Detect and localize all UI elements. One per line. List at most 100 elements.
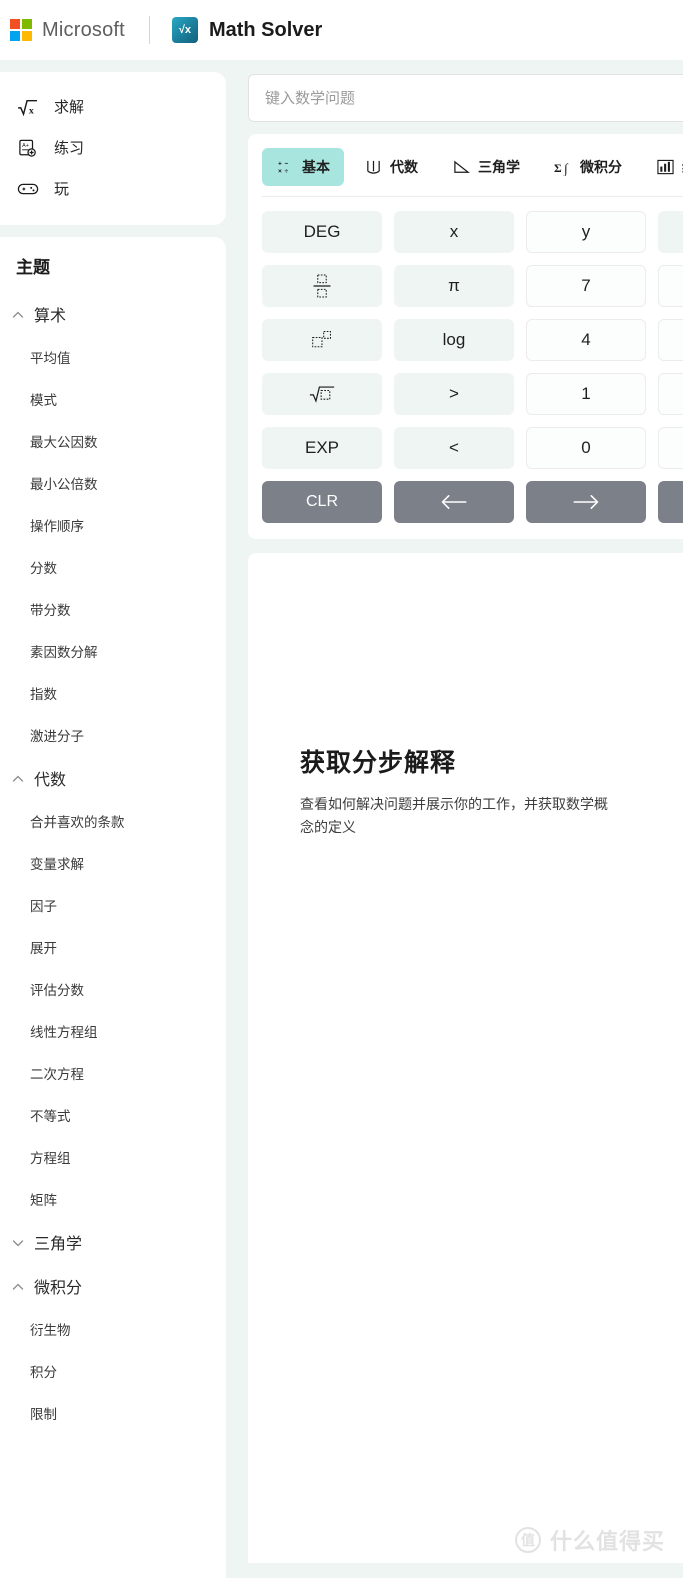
topic-group-label: 代数: [34, 772, 67, 789]
topic-item-0-7[interactable]: 素因数分解: [0, 630, 226, 672]
key-1[interactable]: 1: [526, 373, 646, 415]
tab-label: 代数: [390, 159, 418, 175]
tab-label: 基本: [302, 159, 330, 175]
microsoft-logo-icon: [10, 19, 32, 41]
promo-body: 查看如何解决问题并展示你的工作，并获取数学概念的定义: [300, 796, 608, 836]
topic-item-1-1[interactable]: 变量求解: [0, 842, 226, 884]
key-backspace[interactable]: [658, 481, 683, 523]
watermark-logo-icon: 值: [514, 1527, 541, 1553]
search-area: [236, 60, 683, 122]
key-5[interactable]: 5: [658, 319, 683, 361]
key-arrow-left[interactable]: [394, 481, 514, 523]
tab-代数[interactable]: 代数: [350, 148, 432, 186]
search-input[interactable]: [265, 89, 683, 107]
topic-item-0-6[interactable]: 带分数: [0, 588, 226, 630]
topic-item-1-9[interactable]: 矩阵: [0, 1178, 226, 1220]
key-deg[interactable]: DEG: [262, 211, 382, 253]
key-2[interactable]: 2: [658, 373, 683, 415]
key-log[interactable]: log: [394, 319, 514, 361]
topic-item-0-2[interactable]: 最大公因数: [0, 420, 226, 462]
key-greater-than[interactable]: >: [394, 373, 514, 415]
topic-item-0-8[interactable]: 指数: [0, 672, 226, 714]
calculator-keypad: DEG xy ( π78 log 45 >12 EXP <0. CLR: [248, 197, 683, 523]
math-solver-page: Microsoft √x Math Solver x 求解 A+ 练习 玩 主题…: [0, 0, 683, 1578]
topic-item-1-4[interactable]: 评估分数: [0, 968, 226, 1010]
topic-group-2[interactable]: 三角学: [0, 1220, 226, 1264]
topic-item-1-0[interactable]: 合并喜欢的条款: [0, 800, 226, 842]
tab-微积分[interactable]: Σ ∫ 微积分: [540, 148, 636, 186]
topic-group-0[interactable]: 算术: [0, 292, 226, 336]
promo-step-by-step: 获取分步解释 查看如何解决问题并展示你的工作，并获取数学概念的定义: [248, 553, 683, 839]
trigonometry-icon: [452, 158, 470, 176]
key-power[interactable]: [262, 319, 382, 361]
topic-item-0-5[interactable]: 分数: [0, 546, 226, 588]
tab-基本[interactable]: + − × ÷ 基本: [262, 148, 344, 186]
topic-group-1[interactable]: 代数: [0, 756, 226, 800]
tab-统计[interactable]: 统计: [642, 148, 683, 186]
topic-group-list: 算术平均值 模式 最大公因数 最小公倍数 操作顺序 分数 带分数 素因数分解 指数 激进分子代数合…: [0, 292, 226, 1434]
key-clear[interactable]: CLR: [262, 481, 382, 523]
key-7[interactable]: 7: [526, 265, 646, 307]
topic-item-0-1[interactable]: 模式: [0, 378, 226, 420]
watermark-text: 什么值得买: [549, 1529, 665, 1554]
topic-item-3-0[interactable]: 衍生物: [0, 1308, 226, 1350]
topic-item-1-7[interactable]: 不等式: [0, 1094, 226, 1136]
key-fraction[interactable]: [262, 265, 382, 307]
app-badge-text: √x: [178, 23, 192, 36]
algebra-icon: [364, 158, 382, 176]
topic-item-3-1[interactable]: 积分: [0, 1350, 226, 1392]
key-8[interactable]: 8: [658, 265, 683, 307]
key-0[interactable]: 0: [526, 427, 646, 469]
math-solver-app-icon: √x: [171, 17, 198, 43]
chevron-up-icon: [12, 308, 24, 320]
sidebar: x 求解 A+ 练习 玩 主题 算术 平均值 模式 最大公因数 最小公倍数 操作…: [0, 60, 236, 1578]
sidebar-topics: 主题 算术平均值 模式 最大公因数 最小公倍数 操作顺序 分数 带分数 素因数分解 指数 激进分子…: [0, 237, 226, 1578]
sidebar-item-label: 玩: [54, 181, 70, 198]
topic-group-3[interactable]: 微积分: [0, 1264, 226, 1308]
svg-text:×: ×: [277, 168, 281, 175]
statistics-bars-icon: [656, 158, 674, 176]
search-box[interactable]: [248, 74, 683, 122]
sidebar-item-solve[interactable]: x 求解: [0, 86, 226, 127]
key-less-than[interactable]: <: [394, 427, 514, 469]
page-title: Math Solver: [208, 18, 323, 41]
tab-label: 三角学: [478, 159, 520, 175]
calculus-sigma-integral-icon: Σ ∫: [554, 158, 572, 176]
key-pi[interactable]: π: [394, 265, 514, 307]
topic-item-1-8[interactable]: 方程组: [0, 1136, 226, 1178]
topic-item-3-2[interactable]: 限制: [0, 1392, 226, 1434]
topics-heading: 主题: [16, 258, 50, 277]
topic-item-1-2[interactable]: 因子: [0, 884, 226, 926]
key-open-paren[interactable]: (: [658, 211, 683, 253]
tab-三角学[interactable]: 三角学: [438, 148, 534, 186]
svg-text:Σ: Σ: [554, 162, 562, 175]
key-y[interactable]: y: [526, 211, 646, 253]
topic-item-1-6[interactable]: 二次方程: [0, 1052, 226, 1094]
key-square-root[interactable]: [262, 373, 382, 415]
svg-text:A+: A+: [22, 143, 29, 149]
topic-item-1-3[interactable]: 展开: [0, 926, 226, 968]
sidebar-item-play[interactable]: 玩: [0, 168, 226, 209]
topic-group-label: 算术: [34, 308, 67, 325]
chevron-down-icon: [12, 1236, 24, 1248]
topic-item-1-5[interactable]: 线性方程组: [0, 1010, 226, 1052]
topic-item-0-4[interactable]: 操作顺序: [0, 504, 226, 546]
topic-item-0-0[interactable]: 平均值: [0, 336, 226, 378]
key-decimal-point[interactable]: .: [658, 427, 683, 469]
basic-operations-icon: + − × ÷: [276, 158, 294, 176]
sidebar-item-label: 求解: [54, 99, 85, 116]
main-panel: +−×÷ 基本 代数 三角学 Σ∫ 微积分 统计 DEG xy ( π78 log 45 >12 EXP <…: [236, 60, 683, 1578]
sidebar-item-label: 练习: [54, 140, 85, 157]
topic-item-0-3[interactable]: 最小公倍数: [0, 462, 226, 504]
topic-item-0-9[interactable]: 激进分子: [0, 714, 226, 756]
key-x[interactable]: x: [394, 211, 514, 253]
sidebar-item-practice[interactable]: A+ 练习: [0, 127, 226, 168]
svg-text:÷: ÷: [284, 168, 288, 175]
key-exp[interactable]: EXP: [262, 427, 382, 469]
svg-text:−: −: [284, 160, 288, 167]
chevron-up-icon: [12, 1280, 24, 1292]
key-4[interactable]: 4: [526, 319, 646, 361]
microsoft-wordmark[interactable]: Microsoft: [42, 19, 125, 42]
key-arrow-right[interactable]: [526, 481, 646, 523]
calculator-tab-bar: +−×÷ 基本 代数 三角学 Σ∫ 微积分 统计: [248, 148, 683, 186]
